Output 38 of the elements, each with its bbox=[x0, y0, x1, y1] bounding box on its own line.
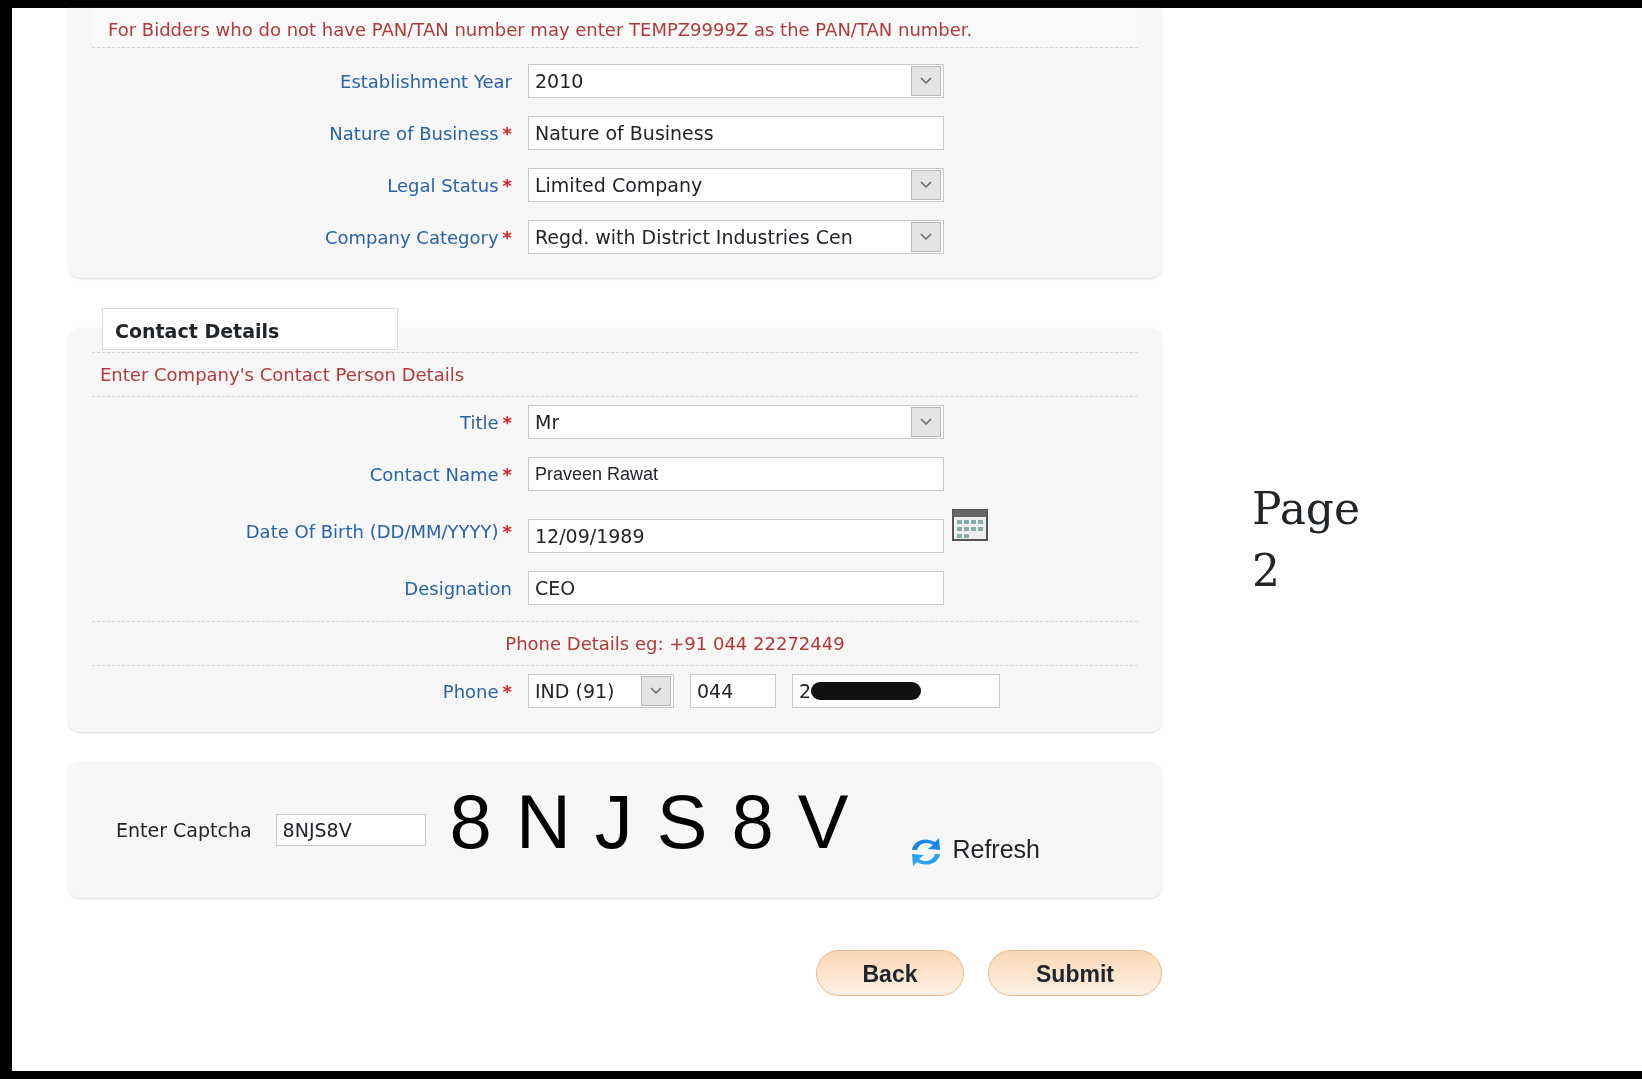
notice-text: For Bidders who do not have PAN/TAN number may enter TEMPZ9999Z as the PAN/TAN number. bbox=[108, 18, 974, 42]
field-label: Title bbox=[460, 410, 499, 435]
required-mark: * bbox=[502, 121, 512, 146]
field-label: Designation bbox=[404, 576, 512, 601]
field-label: Date Of Birth (DD/MM/YYYY) bbox=[245, 519, 499, 544]
field-label: Phone bbox=[442, 679, 499, 704]
field-label: Nature of Business bbox=[329, 121, 499, 146]
submit-button[interactable]: Submit bbox=[988, 950, 1162, 996]
field-label: Contact Name bbox=[369, 462, 499, 487]
required-mark: * bbox=[502, 173, 512, 198]
select-field[interactable]: Regd. with District Industries Cen bbox=[528, 220, 944, 254]
calendar-icon[interactable] bbox=[952, 509, 988, 541]
section-subtitle: Enter Company's Contact Person Details bbox=[99, 363, 466, 387]
select-field[interactable]: Mr bbox=[528, 405, 944, 439]
required-mark: * bbox=[502, 519, 512, 544]
input-field[interactable]: CEO bbox=[528, 571, 944, 605]
select-field[interactable]: IND (91) bbox=[528, 674, 674, 708]
field-label: Company Category bbox=[325, 225, 499, 250]
input-field[interactable]: 12/09/1989 bbox=[528, 519, 944, 553]
captcha-input[interactable]: 8NJS8V bbox=[275, 814, 426, 846]
input-field[interactable]: Praveen Rawat bbox=[528, 457, 944, 491]
required-mark: * bbox=[502, 462, 512, 487]
select-field[interactable]: Limited Company bbox=[528, 168, 944, 202]
select-field[interactable]: 2010 bbox=[528, 64, 944, 98]
input-field[interactable]: 044 bbox=[690, 674, 776, 708]
page-label: Page 2 bbox=[1252, 482, 1362, 598]
required-mark: * bbox=[502, 679, 512, 704]
captcha-image: 8 N J S 8 V bbox=[449, 784, 849, 860]
input-field[interactable]: Nature of Business bbox=[528, 116, 944, 150]
required-mark: * bbox=[502, 410, 512, 435]
required-mark: * bbox=[502, 225, 512, 250]
field-label: Legal Status bbox=[387, 173, 499, 198]
back-button[interactable]: Back bbox=[816, 950, 964, 996]
phone-hint: Phone Details eg: +91 044 22272449 bbox=[504, 632, 846, 656]
refresh-link[interactable]: Refresh bbox=[908, 831, 1040, 869]
input-field[interactable]: 2 bbox=[792, 674, 1000, 708]
captcha-label: Enter Captcha bbox=[116, 817, 252, 843]
field-label: Establishment Year bbox=[340, 69, 512, 94]
